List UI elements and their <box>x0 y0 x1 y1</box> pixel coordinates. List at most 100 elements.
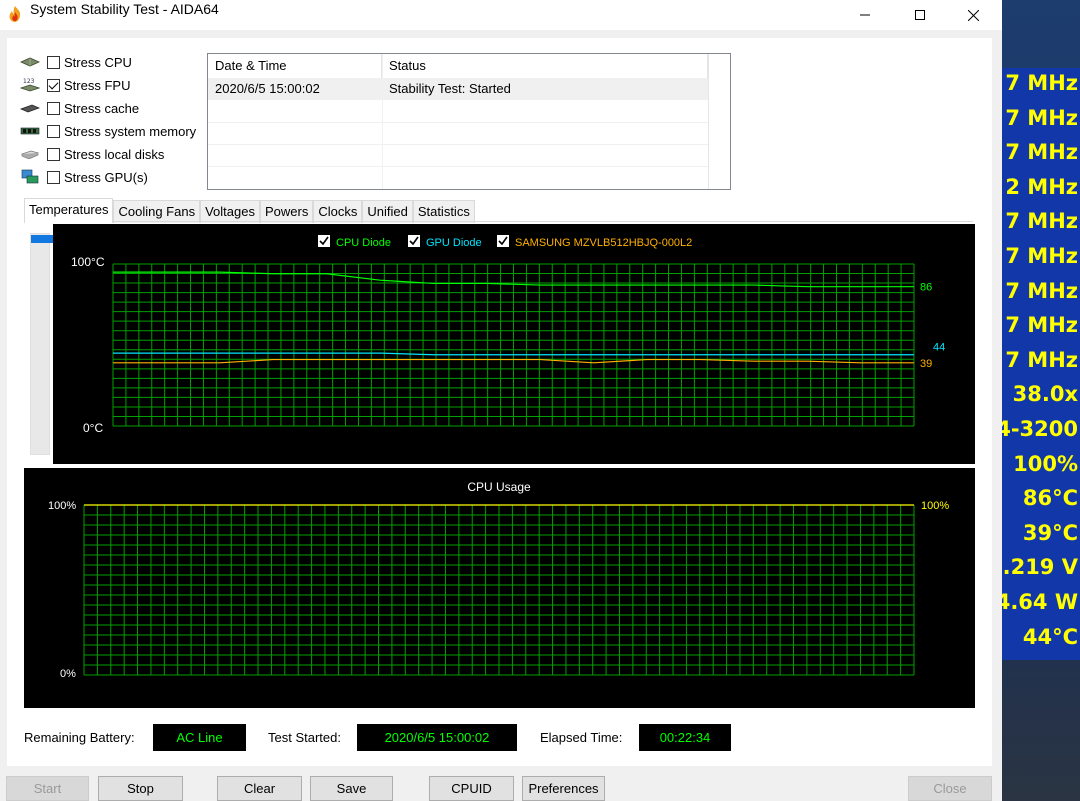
fpu-icon: 123 <box>19 78 41 92</box>
aida64-flame-icon <box>9 6 21 22</box>
log-cell-datetime: 2020/6/5 15:00:02 <box>215 81 320 96</box>
legend-checkbox <box>318 235 330 247</box>
osd-readout: .219 V <box>1002 555 1078 580</box>
legend-checkbox <box>497 235 509 247</box>
osd-readout: 7 MHz <box>1005 105 1078 130</box>
cpu-usage-end-label: 100% <box>921 500 949 512</box>
desktop-background: 7 MHz 7 MHz 7 MHz 2 MHz 7 MHz 7 MHz 7 MHz 7 MHz… <box>992 0 1080 801</box>
disk-icon <box>19 147 41 161</box>
osd-readout: 44°C <box>1022 624 1078 649</box>
stop-button[interactable]: Stop <box>98 776 183 801</box>
osd-readout: 7 MHz <box>1005 209 1078 234</box>
legend-item: SAMSUNG MZVLB512HBJQ-000L2 <box>497 235 692 249</box>
maximize-icon <box>915 10 925 20</box>
tab-voltages[interactable]: Voltages <box>200 200 260 223</box>
start-button[interactable]: Start <box>6 776 89 801</box>
memory-icon <box>19 124 41 138</box>
osd-readout: 39°C <box>1022 520 1078 545</box>
stress-option-label: Stress FPU <box>64 77 131 93</box>
svg-text:123: 123 <box>23 78 35 85</box>
osd-readout: 7 MHz <box>1005 244 1078 268</box>
minimize-icon <box>860 14 870 16</box>
stress-option-stress-system-memory[interactable]: Stress system memory <box>19 121 196 141</box>
tab-cooling-fans[interactable]: Cooling Fans <box>113 200 201 223</box>
log-cell-status: Stability Test: Started <box>389 81 511 96</box>
title-bar[interactable]: System Stability Test - AIDA64 <box>0 0 1002 30</box>
series-end-label: 86 <box>920 282 932 294</box>
checkbox[interactable] <box>47 78 60 92</box>
legend-item: CPU Diode <box>318 235 391 249</box>
close-icon <box>967 9 979 21</box>
legend-label: GPU Diode <box>426 237 482 249</box>
osd-panel: 7 MHz 7 MHz 7 MHz 2 MHz 7 MHz 7 MHz 7 MHz 7 MHz… <box>996 68 1080 660</box>
checkbox[interactable] <box>47 170 60 184</box>
tab-powers[interactable]: Powers <box>259 200 314 223</box>
cpu-usage-chart-svg: CPU Usage 100% 0% 100% <box>48 480 949 680</box>
osd-readout: 7 MHz <box>1005 347 1078 372</box>
temperature-chart: 100°C 0°C CPU Diode GPU Diode SAMSUNG MZVLB5… <box>53 224 975 464</box>
stress-option-stress-cpu[interactable]: Stress CPU <box>19 52 132 72</box>
stress-option-label: Stress cache <box>64 100 140 116</box>
osd-readout: 4.64 W <box>995 590 1078 614</box>
elapsed-time-label: Elapsed Time: <box>540 730 623 745</box>
checkbox[interactable] <box>47 101 60 115</box>
y-axis-bottom-label: 0% <box>60 668 76 680</box>
gpu-icon <box>19 169 41 184</box>
preferences-button[interactable]: Preferences <box>522 776 605 801</box>
stress-option-stress-cache[interactable]: Stress cache <box>19 98 139 118</box>
y-axis-bottom-label: 0°C <box>83 421 103 435</box>
cpuid-button[interactable]: CPUID <box>429 776 514 801</box>
tab-statistics[interactable]: Statistics <box>412 200 475 223</box>
table-column-divider <box>708 54 709 189</box>
elapsed-time-value: 00:22:34 <box>639 724 731 751</box>
legend-item: GPU Diode <box>408 235 482 249</box>
y-axis-top-label: 100°C <box>71 255 105 269</box>
battery-value: AC Line <box>153 724 246 751</box>
stress-option-stress-fpu[interactable]: 123 Stress FPU <box>19 75 130 95</box>
save-button[interactable]: Save <box>310 776 393 801</box>
close-window-button[interactable] <box>950 0 996 30</box>
stress-option-label: Stress CPU <box>64 54 132 70</box>
series-end-label: 44 <box>933 342 945 354</box>
legend-label: CPU Diode <box>336 237 391 249</box>
cpu-icon <box>19 55 41 69</box>
osd-readout: 86°C <box>1022 486 1078 511</box>
tab-divider <box>24 221 973 222</box>
chart-title: CPU Usage <box>467 480 531 494</box>
stress-option-label: Stress system memory <box>64 123 197 139</box>
stress-option-label: Stress local disks <box>64 146 165 162</box>
y-axis-top-label: 100% <box>48 500 76 512</box>
minimize-button[interactable] <box>842 0 888 30</box>
osd-readout: 2 MHz <box>1005 174 1078 199</box>
sensor-scroll-strip[interactable] <box>30 233 57 455</box>
osd-readout: 100% <box>1013 451 1078 476</box>
table-row[interactable]: 2020/6/5 15:00:02 Stability Test: Starte… <box>208 78 708 100</box>
tab-clocks[interactable]: Clocks <box>313 200 363 223</box>
table-gridline <box>208 144 708 145</box>
cpu-usage-chart: CPU Usage 100% 0% 100% <box>24 468 975 708</box>
maximize-button[interactable] <box>897 0 943 30</box>
table-gridline <box>208 166 708 167</box>
osd-readout: 7 MHz <box>1005 140 1078 165</box>
window-title: System Stability Test - AIDA64 <box>30 1 219 17</box>
tab-temperatures[interactable]: Temperatures <box>24 198 114 223</box>
cache-icon <box>19 101 41 115</box>
log-header-datetime[interactable]: Date & Time <box>208 54 382 78</box>
osd-readout: 38.0x <box>1012 382 1078 407</box>
series-end-label: 39 <box>920 358 932 370</box>
close-button[interactable]: Close <box>908 776 992 801</box>
tab-unified[interactable]: Unified <box>362 200 413 223</box>
stress-option-stress-local-disks[interactable]: Stress local disks <box>19 144 164 164</box>
stability-test-window: System Stability Test - AIDA64 Stress CP… <box>0 0 1002 801</box>
log-header-status[interactable]: Status <box>382 54 708 78</box>
checkbox[interactable] <box>47 147 60 161</box>
stress-option-stress-gpu-s[interactable]: Stress GPU(s) <box>19 167 148 187</box>
osd-readout: 4-3200 <box>996 417 1078 441</box>
checkbox[interactable] <box>47 55 60 69</box>
checkbox[interactable] <box>47 124 60 138</box>
chart-grid <box>83 504 915 676</box>
table-column-divider <box>382 54 383 189</box>
stress-option-label: Stress GPU(s) <box>64 169 148 185</box>
clear-button[interactable]: Clear <box>217 776 302 801</box>
log-table[interactable]: Date & Time Status 2020/6/5 15:00:02 Sta… <box>207 53 731 190</box>
